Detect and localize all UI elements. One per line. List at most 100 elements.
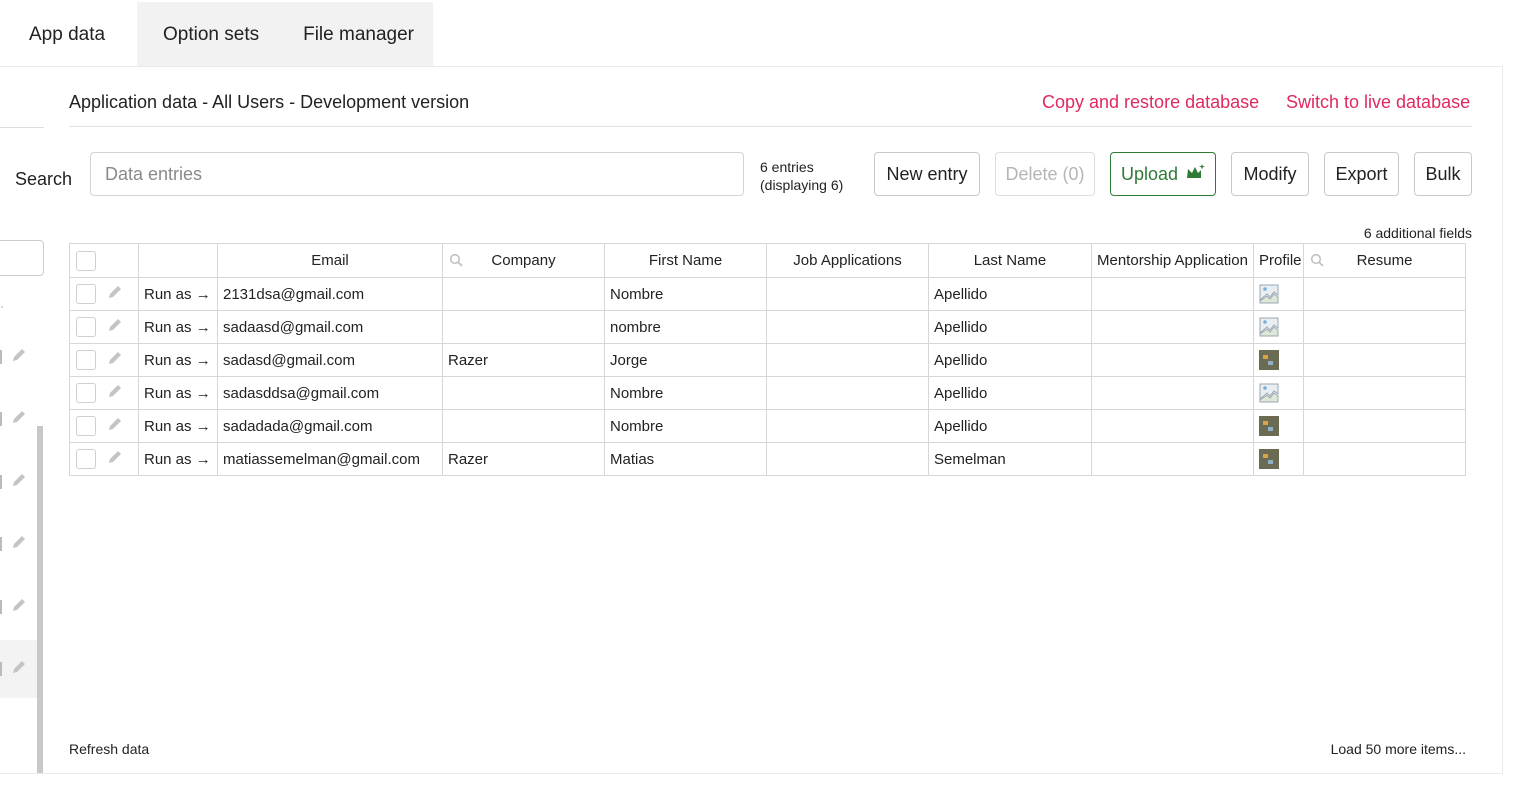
run-as-link[interactable]: Run as → — [138, 310, 218, 344]
run-as-link[interactable]: Run as → — [138, 376, 218, 410]
modify-label: Modify — [1243, 163, 1297, 184]
pencil-icon[interactable] — [106, 382, 124, 404]
modify-button[interactable]: Modify — [1231, 152, 1309, 196]
table-row[interactable]: Run as → sadasd@gmail.com Razer Jorge Apelli… — [69, 343, 1466, 377]
upload-button[interactable]: Upload — [1110, 152, 1216, 196]
search-icon[interactable] — [1310, 253, 1324, 271]
pencil-icon[interactable] — [106, 349, 124, 371]
search-icon[interactable] — [449, 253, 463, 271]
broken-image-icon[interactable] — [1259, 383, 1279, 403]
export-label: Export — [1335, 163, 1388, 184]
delete-label: Delete (0) — [1005, 163, 1085, 184]
table-row[interactable]: Run as → sadasddsa@gmail.com Nombre Apellid… — [69, 376, 1466, 410]
row-checkbox[interactable] — [76, 449, 96, 469]
cell-profile — [1253, 277, 1304, 311]
cell-email: matiassemelman@gmail.com — [217, 442, 443, 476]
tab-file-manager[interactable]: File manager — [303, 2, 414, 67]
column-header-first-name[interactable]: First Name — [604, 243, 767, 278]
table-row[interactable]: Run as → sadadada@gmail.com Nombre Apellido — [69, 409, 1466, 443]
copy-restore-database-link[interactable]: Copy and restore database — [1042, 92, 1259, 113]
cell-resume — [1303, 409, 1466, 443]
sidebar-item-edit[interactable] — [0, 346, 30, 368]
sidebar-item-edit[interactable] — [0, 408, 30, 430]
column-header-company[interactable]: Company — [442, 243, 605, 278]
pencil-icon — [10, 658, 28, 681]
cell-first-name: Matias — [604, 442, 767, 476]
entries-count-total: 6 entries — [760, 159, 814, 175]
cell-last-name: Semelman — [928, 442, 1092, 476]
pencil-icon[interactable] — [106, 316, 124, 338]
row-checkbox[interactable] — [76, 350, 96, 370]
column-header-email[interactable]: Email — [217, 243, 443, 278]
bulk-button[interactable]: Bulk — [1414, 152, 1472, 196]
cell-company: Razer — [442, 442, 605, 476]
sidebar-item-edit[interactable] — [0, 471, 30, 493]
load-more-link[interactable]: Load 50 more items... — [1331, 741, 1466, 757]
row-checkbox[interactable] — [76, 317, 96, 337]
column-header-job-applications[interactable]: Job Applications — [766, 243, 929, 278]
column-header-mentorship-application[interactable]: Mentorship Application — [1091, 243, 1254, 278]
cell-email: sadadada@gmail.com — [217, 409, 443, 443]
new-entry-button[interactable]: New entry — [874, 152, 980, 196]
cell-first-name: Nombre — [604, 277, 767, 311]
search-input[interactable] — [90, 152, 744, 196]
pencil-icon[interactable] — [106, 283, 124, 305]
cell-company — [442, 277, 605, 311]
broken-image-icon[interactable] — [1259, 284, 1279, 304]
column-header-last-name[interactable]: Last Name — [928, 243, 1092, 278]
tab-app-data[interactable]: App data — [0, 2, 137, 67]
profile-thumbnail-icon[interactable] — [1259, 416, 1279, 436]
sidebar-scrollbar[interactable] — [37, 426, 43, 773]
column-header-resume[interactable]: Resume — [1303, 243, 1466, 278]
cell-email: 2131dsa@gmail.com — [217, 277, 443, 311]
row-select-cell — [69, 310, 139, 344]
cell-resume — [1303, 310, 1466, 344]
delete-button[interactable]: Delete (0) — [995, 152, 1095, 196]
sidebar-item-edit[interactable] — [0, 596, 30, 618]
cell-email: sadasddsa@gmail.com — [217, 376, 443, 410]
table-row[interactable]: Run as → matiassemelman@gmail.com Razer Mat… — [69, 442, 1466, 476]
cell-company — [442, 409, 605, 443]
run-as-link[interactable]: Run as → — [138, 409, 218, 443]
cell-profile — [1253, 343, 1304, 377]
sidebar-item-edit[interactable] — [0, 533, 30, 555]
broken-image-icon[interactable] — [1259, 317, 1279, 337]
cell-job-applications — [766, 277, 929, 311]
run-as-link[interactable]: Run as → — [138, 343, 218, 377]
sidebar-item-edit[interactable] — [0, 658, 30, 680]
row-select-cell — [69, 343, 139, 377]
profile-thumbnail-icon[interactable] — [1259, 350, 1279, 370]
row-checkbox[interactable] — [76, 416, 96, 436]
additional-fields-link[interactable]: 6 additional fields — [1364, 225, 1472, 241]
bulk-label: Bulk — [1425, 163, 1461, 184]
tab-option-sets[interactable]: Option sets — [163, 2, 303, 67]
cell-email: sadasd@gmail.com — [217, 343, 443, 377]
cell-email: sadaasd@gmail.com — [217, 310, 443, 344]
cell-job-applications — [766, 442, 929, 476]
page-title: Application data - All Users - Developme… — [69, 92, 470, 112]
cell-mentorship — [1091, 343, 1254, 377]
pencil-icon[interactable] — [106, 448, 124, 470]
header-divider — [69, 126, 1472, 127]
cell-resume — [1303, 343, 1466, 377]
refresh-data-link[interactable]: Refresh data — [69, 741, 149, 757]
run-as-link[interactable]: Run as → — [138, 442, 218, 476]
row-checkbox[interactable] — [76, 383, 96, 403]
sidebar-search-input[interactable] — [0, 240, 44, 276]
column-header-profile[interactable]: Profile — [1253, 243, 1304, 278]
export-button[interactable]: Export — [1324, 152, 1399, 196]
column-header-resume-label: Resume — [1356, 252, 1413, 269]
table-row[interactable]: Run as → 2131dsa@gmail.com Nombre Apellido — [69, 277, 1466, 311]
switch-live-database-link[interactable]: Switch to live database — [1286, 92, 1470, 113]
cell-resume — [1303, 442, 1466, 476]
select-all-checkbox[interactable] — [76, 250, 96, 271]
pencil-icon[interactable] — [106, 415, 124, 437]
cell-profile — [1253, 310, 1304, 344]
table-row[interactable]: Run as → sadaasd@gmail.com nombre Apellido — [69, 310, 1466, 344]
row-checkbox[interactable] — [76, 284, 96, 304]
cell-mentorship — [1091, 310, 1254, 344]
profile-thumbnail-icon[interactable] — [1259, 449, 1279, 469]
run-as-link[interactable]: Run as → — [138, 277, 218, 311]
row-select-cell — [69, 277, 139, 311]
run-as-header — [138, 243, 218, 278]
